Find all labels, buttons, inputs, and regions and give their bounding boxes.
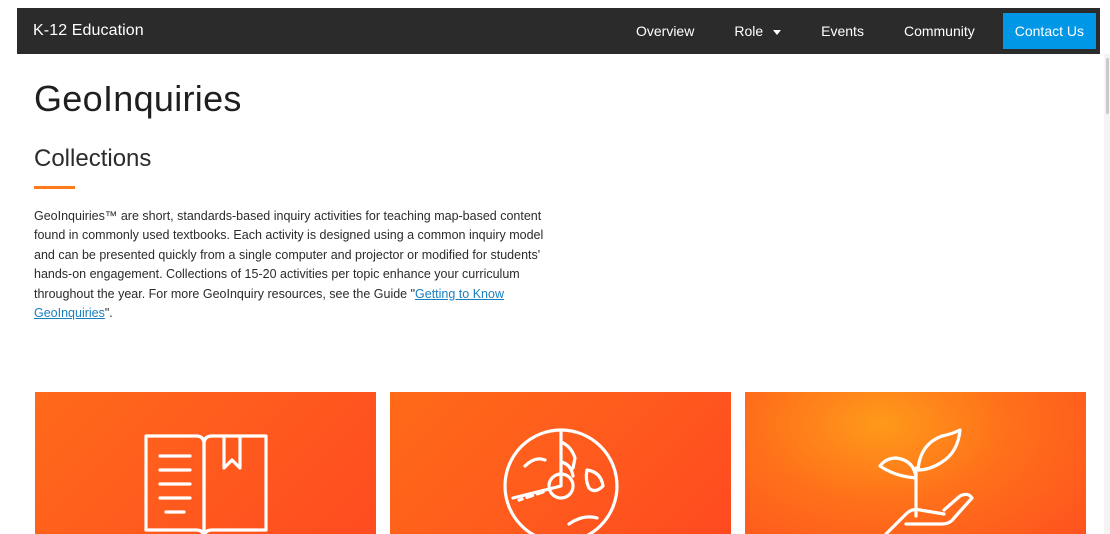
nav-events[interactable]: Events bbox=[801, 8, 884, 54]
nav-role-dropdown[interactable]: Role bbox=[714, 8, 801, 54]
intro-paragraph: GeoInquiries™ are short, standards-based… bbox=[34, 207, 554, 323]
contact-us-button[interactable]: Contact Us bbox=[1002, 13, 1096, 49]
top-navigation-bar: K-12 Education Overview Role Events Comm… bbox=[17, 8, 1100, 54]
main-nav: Overview Role Events Community Contact U… bbox=[616, 8, 1100, 54]
page-scrollbar-track[interactable] bbox=[1104, 54, 1110, 534]
collection-card-2[interactable] bbox=[390, 392, 731, 534]
nav-overview[interactable]: Overview bbox=[616, 8, 714, 54]
page-title: GeoInquiries bbox=[34, 78, 242, 119]
caret-down-icon bbox=[773, 29, 782, 35]
page: K-12 Education Overview Role Events Comm… bbox=[0, 0, 1110, 534]
section-heading: Collections bbox=[34, 145, 152, 172]
collection-card-3[interactable] bbox=[745, 392, 1086, 534]
open-book-icon bbox=[143, 434, 268, 534]
heading-accent-divider bbox=[34, 186, 75, 189]
earth-cross-section-icon bbox=[502, 428, 619, 534]
hand-with-sprout-icon bbox=[877, 428, 974, 534]
nav-community[interactable]: Community bbox=[884, 8, 995, 54]
site-brand[interactable]: K-12 Education bbox=[33, 22, 616, 40]
nav-role-label: Role bbox=[734, 23, 764, 39]
intro-end: ". bbox=[104, 306, 113, 321]
page-scrollbar-thumb[interactable] bbox=[1106, 58, 1109, 114]
collection-card-1[interactable] bbox=[35, 392, 376, 534]
